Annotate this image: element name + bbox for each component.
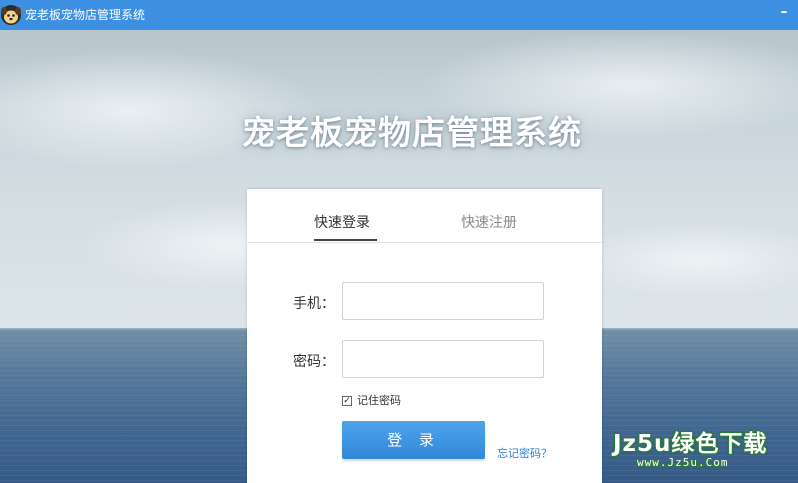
password-label: 密码： [293, 354, 335, 370]
watermark-url: www.Jz5u.Com [637, 456, 729, 469]
password-input[interactable] [342, 340, 544, 378]
minimize-button[interactable]: – [776, 5, 792, 19]
tab-bar: 快速登录 快速注册 [247, 189, 602, 243]
login-background: 宠老板宠物店管理系统 快速登录 快速注册 手机： 密码： ✓ 记住密码 登 录 … [0, 30, 798, 483]
tab-quick-register[interactable]: 快速注册 [461, 212, 517, 232]
remember-password-checkbox[interactable]: ✓ [342, 396, 352, 406]
dog-face-icon [1, 5, 21, 25]
forgot-password-link[interactable]: 忘记密码？ [497, 445, 552, 461]
hero-title: 宠老板宠物店管理系统 [242, 113, 582, 152]
phone-label: 手机： [293, 296, 335, 312]
login-panel: 快速登录 快速注册 手机： 密码： ✓ 记住密码 登 录 忘记密码？ [247, 189, 602, 483]
tab-quick-login[interactable]: 快速登录 [314, 212, 370, 232]
watermark: Jz5u绿色下载 www.Jz5u.Com [613, 424, 795, 472]
phone-input[interactable] [342, 282, 544, 320]
window-titlebar: 宠老板宠物店管理系统 – [0, 0, 798, 30]
watermark-logo: Jz5u绿色下载 [613, 431, 768, 457]
active-tab-indicator [314, 239, 377, 241]
remember-password-label: 记住密码 [357, 394, 401, 407]
login-button[interactable]: 登 录 [342, 421, 485, 459]
window-title: 宠老板宠物店管理系统 [25, 8, 146, 22]
